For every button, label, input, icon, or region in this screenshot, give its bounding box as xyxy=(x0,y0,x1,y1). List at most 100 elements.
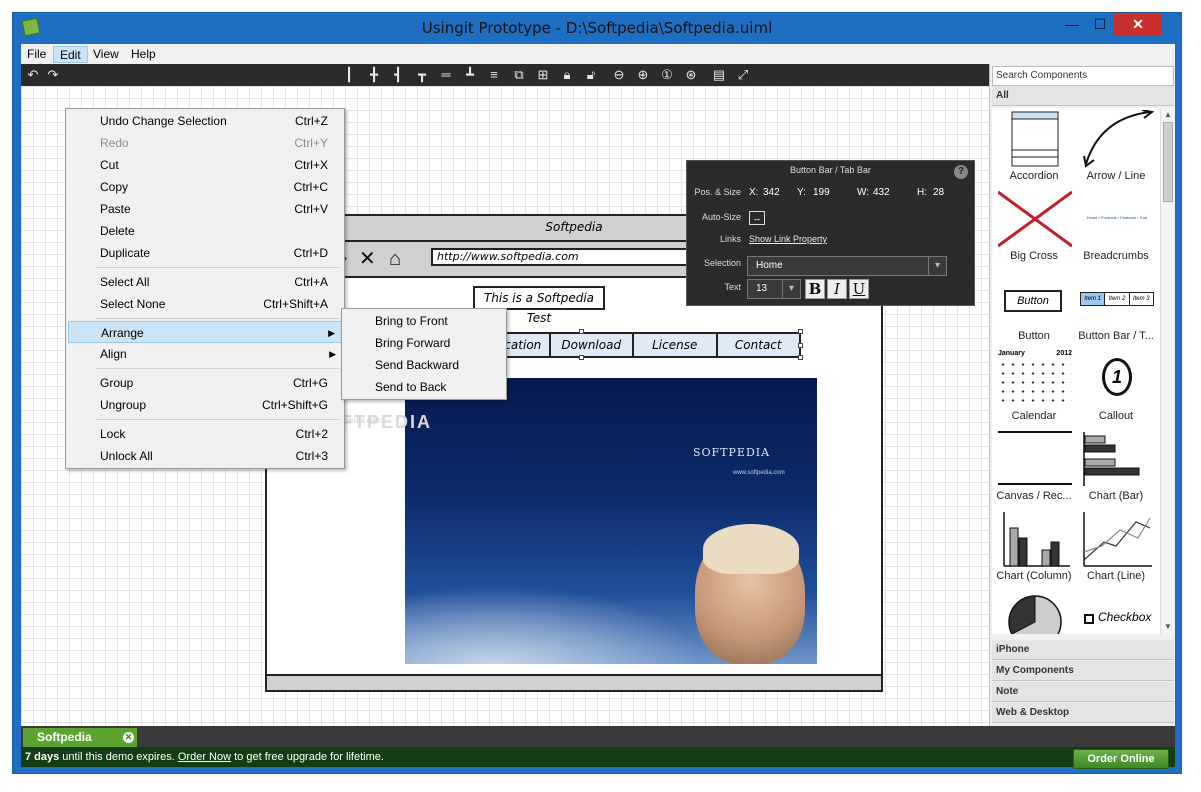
menu-item-group[interactable]: Group Ctrl+G xyxy=(68,372,342,394)
menu-item-copy[interactable]: Copy Ctrl+C xyxy=(68,176,342,198)
mockup-url-field[interactable]: http://www.softpedia.com xyxy=(431,248,691,266)
italic-button[interactable]: I xyxy=(827,279,847,299)
menu-file[interactable]: File xyxy=(21,46,52,63)
menu-item-shortcut: Ctrl+Z xyxy=(295,114,328,128)
category-all[interactable]: All xyxy=(992,86,1174,106)
category-web-desktop[interactable]: Web & Desktop xyxy=(992,703,1174,723)
category-note[interactable]: Note xyxy=(992,682,1174,702)
distribute-icon[interactable]: ≡ xyxy=(486,67,502,83)
align-bottom-icon[interactable]: ┻ xyxy=(462,67,478,83)
close-tab-icon[interactable]: ✕ xyxy=(123,732,134,743)
menu-item-unlock-all[interactable]: Unlock All Ctrl+3 xyxy=(68,445,342,467)
document-tab-softpedia[interactable]: Softpedia ✕ xyxy=(23,728,137,747)
menu-help[interactable]: Help xyxy=(125,46,162,63)
selection-dropdown[interactable]: Home ▾ xyxy=(747,256,947,276)
category-iphone[interactable]: iPhone xyxy=(992,640,1174,660)
mockup-tab-contact[interactable]: Contact xyxy=(718,334,800,356)
scroll-up-icon[interactable]: ▲ xyxy=(1161,108,1175,122)
menu-item-duplicate[interactable]: Duplicate Ctrl+D xyxy=(68,242,342,264)
component-arrow-line[interactable]: Arrow / Line xyxy=(1076,108,1156,188)
menu-item-undo[interactable]: Undo Change Selection Ctrl+Z xyxy=(68,110,342,132)
menu-item-select-all[interactable]: Select All Ctrl+A xyxy=(68,271,342,293)
menu-item-bring-forward[interactable]: Bring Forward xyxy=(344,332,504,354)
breadcrumbs-thumb: Home › Products › Features › Tour xyxy=(1086,215,1148,220)
mockup-tab-license[interactable]: License xyxy=(634,334,718,356)
chart-pie-thumb xyxy=(1008,595,1062,634)
font-size-dropdown[interactable]: 13 ▾ xyxy=(747,279,801,299)
maximize-button[interactable]: ☐ xyxy=(1086,13,1114,35)
y-value[interactable]: 199 xyxy=(813,187,830,198)
scroll-down-icon[interactable]: ▼ xyxy=(1161,620,1175,634)
unlock-icon[interactable]: 🔓︎ xyxy=(583,67,599,83)
undo-icon[interactable]: ↶ xyxy=(25,67,41,83)
autosize-icon[interactable]: ↔ xyxy=(749,211,765,225)
menu-edit[interactable]: Edit xyxy=(53,46,88,63)
x-value[interactable]: 342 xyxy=(763,187,780,198)
menu-item-lock[interactable]: Lock Ctrl+2 xyxy=(68,423,342,445)
component-chart-pie[interactable] xyxy=(994,588,1074,634)
selection-handle[interactable] xyxy=(798,343,803,348)
order-now-link[interactable]: Order Now xyxy=(178,751,231,763)
menu-item-label: Duplicate xyxy=(100,246,151,260)
category-my-components[interactable]: My Components xyxy=(992,661,1174,681)
component-callout[interactable]: 1 Callout xyxy=(1076,348,1156,428)
menu-item-paste[interactable]: Paste Ctrl+V xyxy=(68,198,342,220)
menu-item-select-none[interactable]: Select None Ctrl+Shift+A xyxy=(68,293,342,315)
selection-handle[interactable] xyxy=(798,355,803,360)
component-canvas-rectangle[interactable]: Canvas / Rec... xyxy=(994,428,1074,508)
lock-icon[interactable]: 🔒︎ xyxy=(559,67,575,83)
component-chart-bar[interactable]: Chart (Bar) xyxy=(1076,428,1156,508)
align-center-icon[interactable]: ╋ xyxy=(366,67,382,83)
bold-button[interactable]: B xyxy=(805,279,825,299)
component-chart-line[interactable]: Chart (Line) xyxy=(1076,508,1156,588)
zoom-fit-icon[interactable]: ⊛ xyxy=(683,67,699,83)
menu-item-bring-to-front[interactable]: Bring to Front xyxy=(344,310,504,332)
ungroup-icon[interactable]: ⊞ xyxy=(535,67,551,83)
component-big-cross[interactable]: Big Cross xyxy=(994,188,1074,268)
notes-icon[interactable]: ▤ xyxy=(711,67,727,83)
w-value[interactable]: 432 xyxy=(873,187,890,198)
scrollbar-thumb[interactable] xyxy=(1163,122,1173,202)
align-top-icon[interactable]: ┳ xyxy=(414,67,430,83)
zoom-in-icon[interactable]: ⊕ xyxy=(635,67,651,83)
component-button-bar[interactable]: Item 1 Item 2 Item 3 Button Bar / T... xyxy=(1076,268,1156,348)
selection-handle[interactable] xyxy=(579,329,584,334)
mockup-image[interactable]: SOFTPEDIA www.softpedia.com xyxy=(405,378,817,664)
mockup-tab-bar[interactable]: Application Download License Contact xyxy=(465,332,801,358)
mockup-tab-download[interactable]: Download xyxy=(551,334,634,356)
help-icon[interactable]: ? xyxy=(954,165,968,179)
component-calendar[interactable]: January 2012 Calendar xyxy=(994,348,1074,428)
menu-item-send-to-back[interactable]: Send to Back xyxy=(344,376,504,398)
selection-handle[interactable] xyxy=(798,329,803,334)
component-breadcrumbs[interactable]: Home › Products › Features › Tour Breadc… xyxy=(1076,188,1156,268)
component-accordion[interactable]: Accordion xyxy=(994,108,1074,188)
menu-item-arrange[interactable]: Arrange ▶ xyxy=(68,321,342,343)
align-left-icon[interactable]: ┃ xyxy=(341,67,357,83)
zoom-actual-icon[interactable]: ① xyxy=(659,67,675,83)
component-chart-column[interactable]: Chart (Column) xyxy=(994,508,1074,588)
align-middle-icon[interactable]: ═ xyxy=(438,67,454,83)
order-online-button[interactable]: Order Online xyxy=(1073,749,1169,769)
component-checkbox[interactable]: Checkbox xyxy=(1076,588,1156,634)
close-button[interactable]: ✕ xyxy=(1114,13,1162,35)
selection-handle[interactable] xyxy=(579,355,584,360)
h-value[interactable]: 28 xyxy=(933,187,944,198)
fullscreen-icon[interactable]: ⤢ xyxy=(735,67,751,83)
minimize-button[interactable]: — xyxy=(1058,13,1086,35)
align-right-icon[interactable]: ┫ xyxy=(390,67,406,83)
search-components-input[interactable]: Search Components xyxy=(992,66,1174,86)
menu-item-send-backward[interactable]: Send Backward xyxy=(344,354,504,376)
group-icon[interactable]: ⧉ xyxy=(511,67,527,83)
redo-icon[interactable]: ↷ xyxy=(45,67,61,83)
menu-item-align[interactable]: Align ▶ xyxy=(68,343,342,365)
show-link-property-link[interactable]: Show Link Property xyxy=(749,234,827,244)
underline-button[interactable]: U xyxy=(849,279,869,299)
menu-item-ungroup[interactable]: Ungroup Ctrl+Shift+G xyxy=(68,394,342,416)
components-scrollbar[interactable]: ▲ ▼ xyxy=(1160,108,1174,634)
menu-item-cut[interactable]: Cut Ctrl+X xyxy=(68,154,342,176)
menu-item-delete[interactable]: Delete xyxy=(68,220,342,242)
component-button[interactable]: Button Button xyxy=(994,268,1074,348)
menu-view[interactable]: View xyxy=(87,46,125,63)
mockup-label[interactable]: This is a Softpedia Test xyxy=(473,286,605,325)
zoom-out-icon[interactable]: ⊖ xyxy=(611,67,627,83)
